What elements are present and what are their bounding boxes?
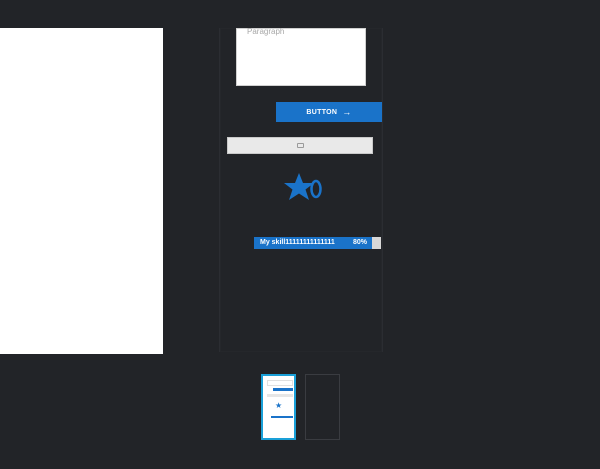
skill-progress-bar[interactable]: My skill11111111111111 80% <box>254 237 381 249</box>
image-placeholder-button[interactable] <box>227 137 373 154</box>
page-thumbnail-2[interactable] <box>305 374 340 440</box>
arrow-right-icon: → <box>342 107 352 117</box>
artboard-canvas[interactable] <box>0 28 163 354</box>
circle-icon <box>310 179 322 199</box>
skill-label: My skill11111111111111 <box>260 239 335 246</box>
thumbnail-star-icon: ★ <box>275 401 283 410</box>
star-icon-widget[interactable] <box>283 172 323 204</box>
page-thumbnail-1[interactable]: ★ <box>261 374 296 440</box>
button-label: BUTTON <box>306 108 338 116</box>
paragraph-textbox[interactable]: Paragraph <box>236 27 366 86</box>
image-placeholder-icon <box>296 143 304 148</box>
star-icon <box>284 173 314 200</box>
thumbnail-button <box>273 388 293 391</box>
thumbnail-paragraph <box>267 380 293 386</box>
skill-percent: 80% <box>352 239 367 246</box>
thumbnail-gray-button <box>267 394 293 397</box>
paragraph-placeholder: Paragraph <box>247 27 285 36</box>
primary-button[interactable]: BUTTON → <box>276 102 382 122</box>
thumbnail-skill-bar <box>271 416 293 418</box>
